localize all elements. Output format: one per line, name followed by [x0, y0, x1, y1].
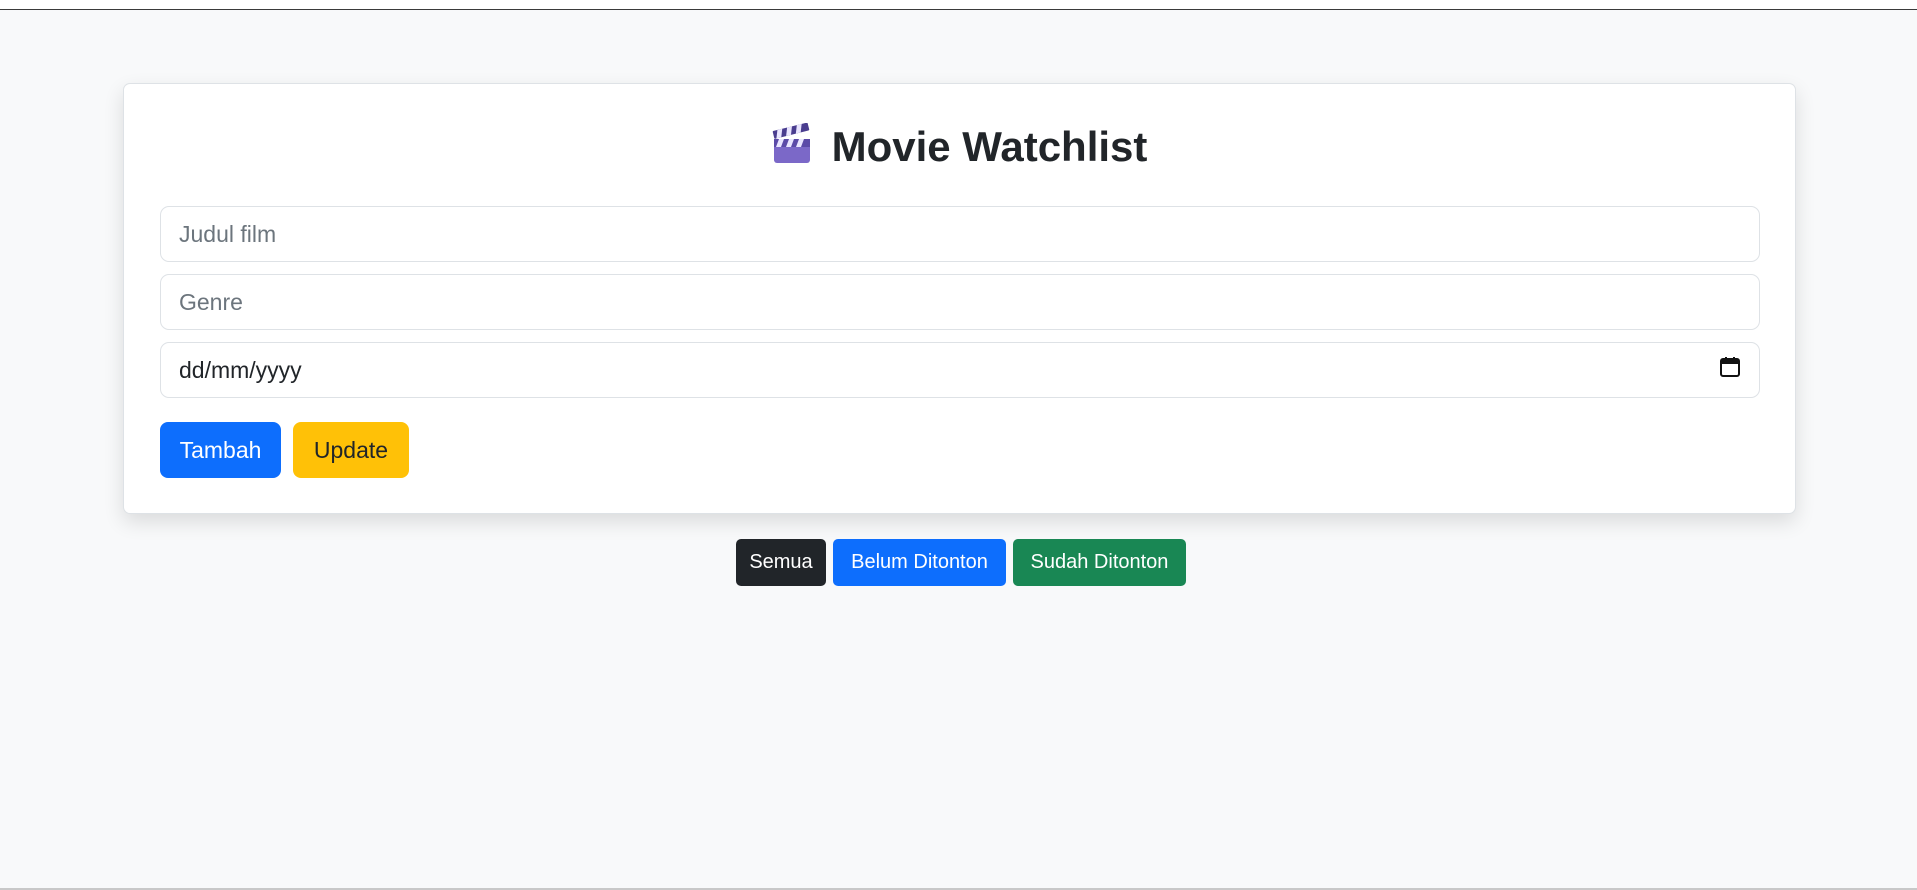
watch-date-placeholder: dd/mm/yyyy: [179, 356, 302, 383]
page-title: Movie Watchlist: [124, 122, 1795, 176]
genre-input[interactable]: Genre: [160, 274, 1760, 330]
filter-watched-button[interactable]: Sudah Ditonton: [1013, 539, 1186, 586]
movie-title-placeholder: Judul film: [179, 220, 277, 247]
movie-title-input[interactable]: Judul film: [160, 206, 1760, 262]
clapper-board-icon: [772, 122, 812, 176]
update-button[interactable]: Update: [293, 422, 409, 478]
watch-date-input[interactable]: dd/mm/yyyy: [160, 342, 1760, 398]
watchlist-card: Movie Watchlist Judul film Genre dd/mm/y…: [123, 83, 1796, 514]
add-button[interactable]: Tambah: [160, 422, 281, 478]
filter-unwatched-button[interactable]: Belum Ditonton: [833, 539, 1006, 586]
window-top-edge: [0, 0, 1917, 10]
genre-placeholder: Genre: [179, 288, 243, 315]
filter-all-button[interactable]: Semua: [736, 539, 826, 586]
filter-button-group: Semua Belum Ditonton Sudah Ditonton: [736, 539, 1186, 586]
page-title-text: Movie Watchlist: [831, 123, 1148, 170]
calendar-icon[interactable]: [1719, 356, 1741, 384]
